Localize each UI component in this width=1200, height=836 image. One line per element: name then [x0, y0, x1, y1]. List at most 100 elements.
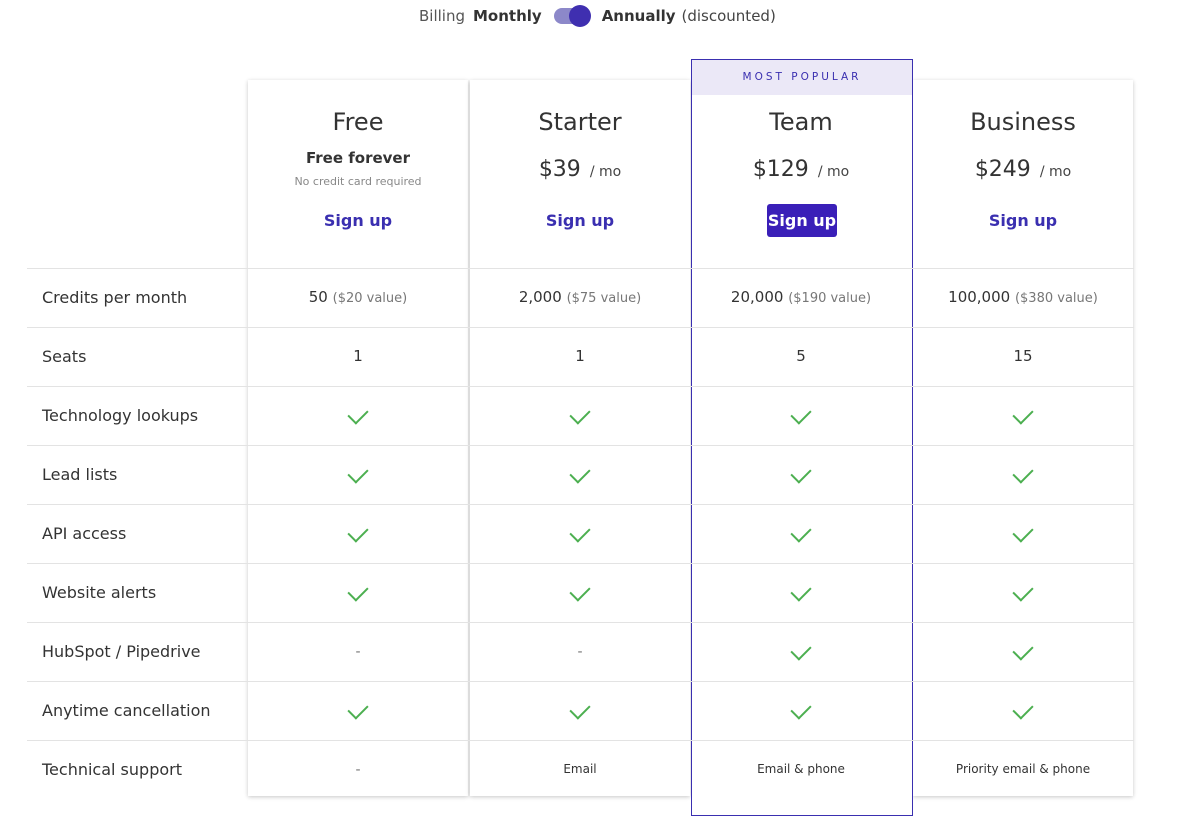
- feature-label: Seats: [42, 347, 87, 366]
- plan-price: $39 / mo: [470, 157, 690, 182]
- feature-cell: 15: [913, 327, 1133, 386]
- not-included-dash: -: [355, 644, 361, 660]
- most-popular-badge: MOST POPULAR: [692, 60, 912, 95]
- check-icon: [790, 580, 812, 602]
- price-amount: $249: [974, 157, 1031, 182]
- plan-headline: Free forever: [305, 149, 410, 167]
- check-icon: [347, 462, 369, 484]
- price-period: / mo: [1039, 164, 1072, 180]
- feature-cell: -: [470, 622, 690, 681]
- cell-value: 2,000: [518, 288, 562, 306]
- feature-cell: Email & phone: [691, 740, 911, 799]
- feature-cell: [470, 445, 690, 504]
- cell-subvalue: ($75 value): [566, 291, 642, 306]
- feature-cell: [691, 622, 911, 681]
- check-icon: [1012, 580, 1034, 602]
- feature-cell: 100,000 ($380 value): [913, 268, 1133, 327]
- feature-cell: [913, 386, 1133, 445]
- check-icon: [569, 521, 591, 543]
- feature-cell: 2,000 ($75 value): [470, 268, 690, 327]
- feature-label: Anytime cancellation: [42, 701, 211, 720]
- price-amount: $39: [538, 157, 581, 182]
- feature-cell: [248, 445, 468, 504]
- check-icon: [1012, 521, 1034, 543]
- check-icon: [790, 698, 812, 720]
- cell-value: Priority email & phone: [955, 762, 1091, 776]
- cell-subvalue: ($20 value): [332, 291, 408, 306]
- cell-value: Email & phone: [757, 762, 845, 776]
- cell-value: 1: [353, 347, 363, 365]
- cell-subvalue: ($380 value): [1014, 291, 1098, 306]
- feature-label: Website alerts: [42, 583, 157, 602]
- feature-label: Credits per month: [42, 288, 188, 307]
- cell-subvalue: ($190 value): [788, 291, 872, 306]
- check-icon: [790, 403, 812, 425]
- feature-cell: [913, 622, 1133, 681]
- billing-label: Billing: [419, 7, 465, 25]
- feature-cell: 1: [470, 327, 690, 386]
- feature-label: HubSpot / Pipedrive: [42, 642, 201, 661]
- feature-cell: [248, 563, 468, 622]
- feature-cell: [913, 504, 1133, 563]
- feature-cell: [248, 504, 468, 563]
- feature-label: Technical support: [42, 760, 182, 779]
- cell-value: Email: [563, 762, 597, 776]
- feature-label: API access: [42, 524, 127, 543]
- price-period: / mo: [589, 164, 622, 180]
- billing-monthly-option[interactable]: Monthly: [473, 7, 542, 25]
- feature-cell: 50 ($20 value): [248, 268, 468, 327]
- billing-annually-option[interactable]: Annually: [602, 7, 676, 25]
- feature-cell: [913, 563, 1133, 622]
- plan-name: Starter: [538, 108, 622, 136]
- plan-name: Business: [970, 108, 1076, 136]
- check-icon: [347, 698, 369, 720]
- check-icon: [569, 462, 591, 484]
- feature-cell: 1: [248, 327, 468, 386]
- cell-value: 50: [308, 288, 328, 306]
- feature-cell: 20,000 ($190 value): [691, 268, 911, 327]
- billing-period-toggle[interactable]: [553, 5, 591, 27]
- check-icon: [1012, 462, 1034, 484]
- plan-price: $249 / mo: [913, 157, 1133, 182]
- feature-cell: [691, 504, 911, 563]
- plan-name: Team: [769, 108, 833, 136]
- price-period: / mo: [817, 164, 850, 180]
- check-icon: [790, 462, 812, 484]
- toggle-knob[interactable]: [568, 5, 591, 27]
- feature-cell: [470, 681, 690, 740]
- feature-label: Lead lists: [42, 465, 118, 484]
- feature-cell: [691, 445, 911, 504]
- signup-button-business[interactable]: Sign up: [913, 204, 1133, 237]
- not-included-dash: -: [355, 762, 361, 778]
- feature-cell: [691, 386, 911, 445]
- feature-cell: [691, 563, 911, 622]
- price-amount: $129: [752, 157, 809, 182]
- cell-value: 15: [1013, 347, 1033, 365]
- signup-button-team[interactable]: Sign up: [767, 204, 837, 237]
- feature-cell: [913, 445, 1133, 504]
- not-included-dash: -: [577, 644, 583, 660]
- check-icon: [347, 521, 369, 543]
- cell-value: 20,000: [730, 288, 784, 306]
- plan-name: Free: [332, 108, 384, 136]
- cell-value: 100,000: [948, 288, 1011, 306]
- cell-value: 1: [575, 347, 585, 365]
- check-icon: [790, 521, 812, 543]
- signup-button-free[interactable]: Sign up: [248, 204, 468, 237]
- feature-cell: Priority email & phone: [913, 740, 1133, 799]
- cell-value: 5: [796, 347, 806, 365]
- plan-note: No credit card required: [294, 175, 422, 188]
- feature-cell: [470, 386, 690, 445]
- check-icon: [790, 639, 812, 661]
- feature-cell: [248, 681, 468, 740]
- plan-price: $129 / mo: [691, 157, 911, 182]
- check-icon: [347, 580, 369, 602]
- feature-cell: -: [248, 622, 468, 681]
- check-icon: [569, 580, 591, 602]
- billing-toggle-bar: Billing Monthly Annually (discounted): [419, 5, 776, 27]
- feature-cell: Email: [470, 740, 690, 799]
- check-icon: [1012, 698, 1034, 720]
- feature-cell: -: [248, 740, 468, 799]
- discount-note: (discounted): [681, 7, 776, 25]
- signup-button-starter[interactable]: Sign up: [470, 204, 690, 237]
